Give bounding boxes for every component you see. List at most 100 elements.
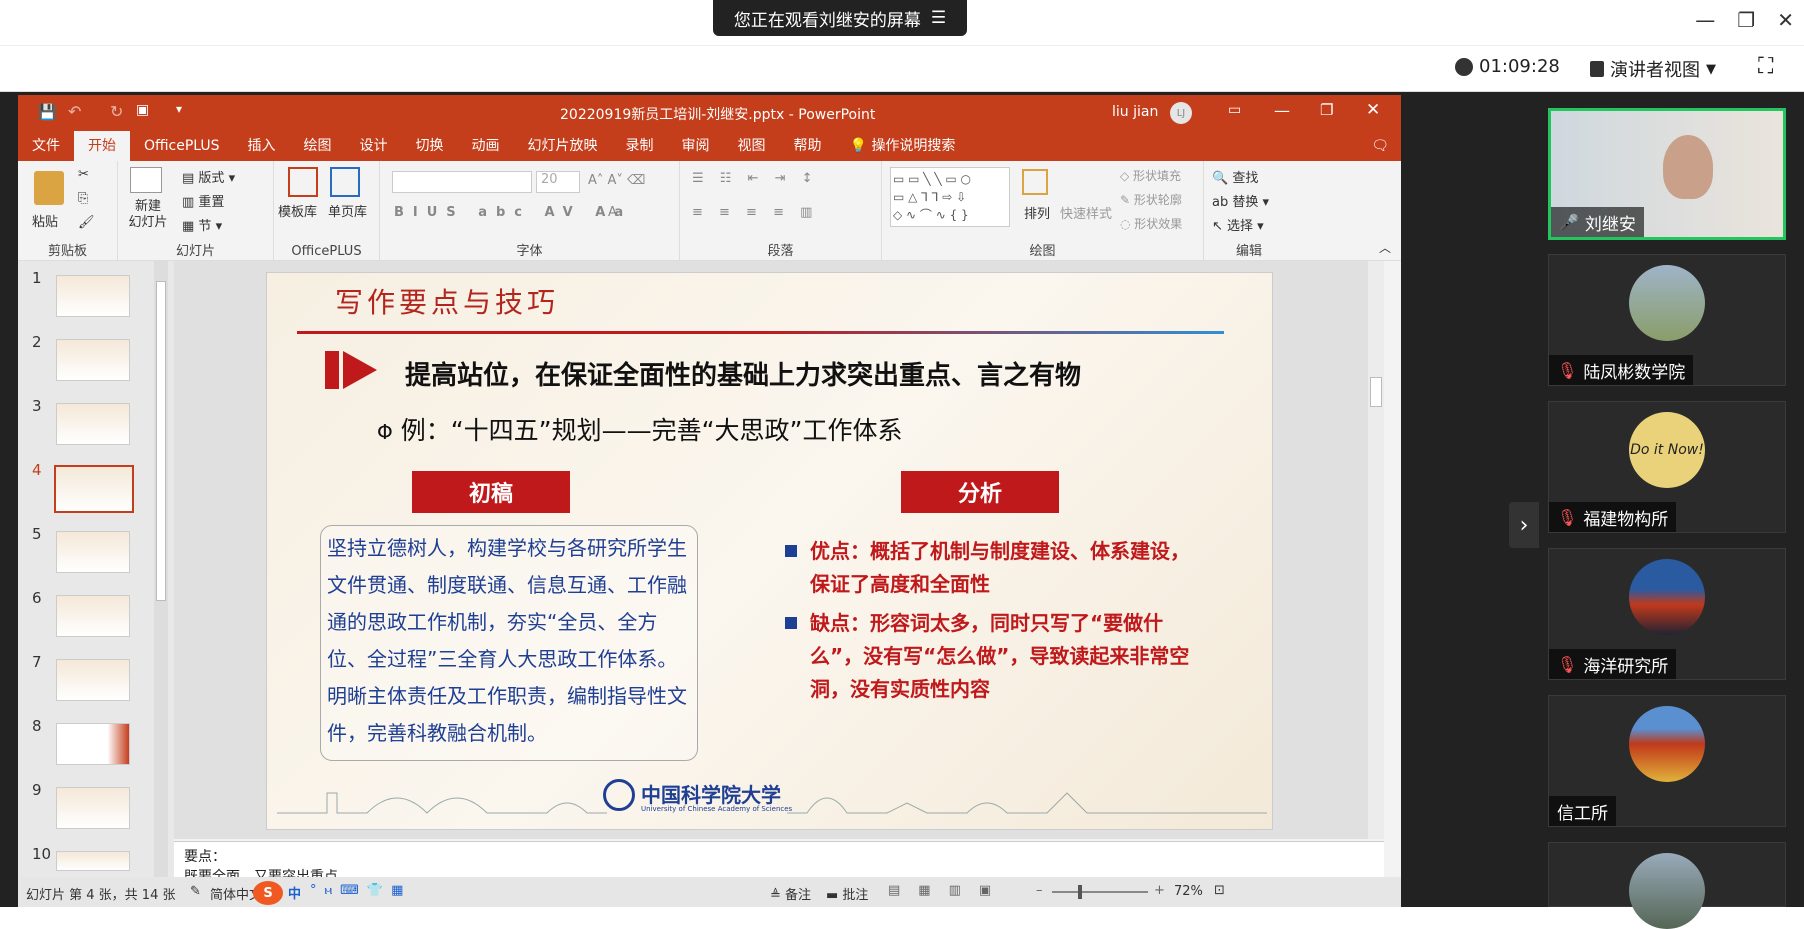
arrange-label[interactable]: 排列 (1024, 203, 1050, 222)
ppt-close-icon[interactable]: ✕ (1366, 100, 1380, 120)
quick-style-label[interactable]: 快速样式 (1060, 203, 1112, 222)
restore-icon[interactable]: ❐ (1737, 8, 1755, 32)
shape-outline-button[interactable]: ✎ 形状轮廓 (1120, 191, 1182, 208)
tab-design[interactable]: 设计 (346, 131, 402, 161)
shape-fill-button[interactable]: ◇ 形状填充 (1120, 167, 1181, 184)
minimize-icon[interactable]: — (1695, 8, 1715, 32)
tab-file[interactable]: 文件 (18, 131, 74, 161)
tab-draw[interactable]: 绘图 (290, 131, 346, 161)
grow-font-icon[interactable]: A˄ A˅ ⌫ (588, 173, 645, 188)
slide-thumbnail[interactable] (56, 403, 130, 445)
slide-thumbnail[interactable] (56, 531, 130, 573)
participant-tile[interactable]: Do it Now! 🎙 福建物构所 (1548, 401, 1786, 533)
paste-label[interactable]: 粘贴 (32, 211, 58, 230)
slide-thumbnail[interactable] (56, 787, 130, 829)
participant-tile[interactable] (1548, 842, 1786, 929)
zoom-out-icon[interactable]: – (1036, 883, 1043, 898)
zoom-slider-thumb[interactable] (1078, 885, 1082, 899)
scrollbar-thumb[interactable] (156, 281, 166, 601)
copy-icon[interactable]: ⎘ (78, 191, 88, 206)
view-buttons[interactable]: ▤▦▥▣ (888, 883, 1009, 898)
customize-qat-icon[interactable]: ▾ (176, 102, 182, 116)
save-icon[interactable]: 💾 (38, 103, 57, 121)
tab-review[interactable]: 审阅 (668, 131, 724, 161)
font-format-buttons[interactable]: BIUS abc AV Aa (394, 205, 632, 220)
participant-tile[interactable]: 🎙 海洋研究所 (1548, 548, 1786, 680)
zoom-in-icon[interactable]: + (1154, 883, 1165, 898)
fullscreen-icon[interactable]: ⛶ (1758, 54, 1773, 79)
tab-record[interactable]: 录制 (612, 131, 668, 161)
participant-tile[interactable]: 信工所 (1548, 695, 1786, 827)
slide-thumbnail[interactable] (56, 339, 130, 381)
spellcheck-icon[interactable]: ✎ (190, 884, 201, 899)
notes-button[interactable]: ≜ 备注 (770, 884, 811, 903)
paste-icon[interactable] (34, 171, 64, 205)
slideshow-icon[interactable]: ▣ (136, 102, 149, 118)
thumbnail-scrollbar[interactable] (154, 261, 168, 877)
font-name-input[interactable] (392, 171, 532, 193)
slide-thumbnail[interactable] (56, 659, 130, 701)
zoom-level[interactable]: 72% (1174, 884, 1203, 899)
single-page-label[interactable]: 单页库 (328, 201, 367, 220)
template-icon[interactable] (288, 167, 318, 197)
find-button[interactable]: 🔍 查找 (1212, 167, 1258, 186)
tab-insert[interactable]: 插入 (234, 131, 290, 161)
replace-button[interactable]: ab 替换 ▾ (1212, 191, 1269, 210)
cut-icon[interactable]: ✂ (78, 167, 89, 182)
reset-button[interactable]: ▥ 重置 (182, 191, 224, 210)
menu-icon[interactable]: ☰ (931, 8, 946, 28)
ribbon-display-icon[interactable]: ▭ (1228, 102, 1241, 118)
slide-thumbnail-selected[interactable] (54, 465, 134, 513)
tab-slideshow[interactable]: 幻灯片放映 (514, 131, 612, 161)
ppt-restore-icon[interactable]: ❐ (1320, 101, 1333, 119)
tab-view[interactable]: 视图 (724, 131, 780, 161)
tab-officeplus[interactable]: OfficePLUS (130, 131, 234, 161)
shape-effect-button[interactable]: ◌ 形状效果 (1120, 215, 1182, 232)
tab-home[interactable]: 开始 (74, 131, 130, 161)
notes-pane[interactable]: 要点： 既要全面，又要突出重点 (174, 841, 1384, 878)
screen-share-banner[interactable]: 您正在观看刘继安的屏幕 ☰ (713, 0, 967, 36)
comments-icon[interactable]: 🗨 (1371, 138, 1389, 154)
new-slide-icon[interactable] (130, 167, 162, 193)
participant-tile-active[interactable]: 🎤 刘继安 (1548, 108, 1786, 240)
tab-animations[interactable]: 动画 (458, 131, 514, 161)
list-buttons[interactable]: ☰ ☷ ⇤ ⇥ ↕ (692, 171, 819, 186)
slide-thumbnail[interactable] (56, 851, 130, 871)
comments-button[interactable]: ▬ 批注 (826, 884, 868, 903)
font-color-icon[interactable]: A (608, 205, 617, 220)
scrollbar-thumb[interactable] (1370, 377, 1382, 407)
shapes-gallery[interactable]: ▭ ▭ ╲ ╲ ▭ ○ ▭ △ ⅂ ⅂ ⇨ ⇩ ◇ ∿ ⌒ ∿ { } (890, 167, 1010, 227)
undo-icon[interactable]: ↶ (68, 102, 81, 121)
layout-button[interactable]: ▤ 版式 ▾ (182, 167, 235, 186)
fit-slide-icon[interactable]: ⊡ (1214, 883, 1225, 898)
section-button[interactable]: ▦ 节 ▾ (182, 215, 222, 234)
font-size-input[interactable]: 20 (536, 171, 580, 193)
template-label[interactable]: 模板库 (278, 201, 317, 220)
slide-thumbnail[interactable] (56, 595, 130, 637)
tell-me-search[interactable]: 💡 操作说明搜索 (836, 131, 970, 161)
single-page-icon[interactable] (330, 167, 360, 197)
zoom-slider[interactable] (1052, 891, 1148, 893)
redo-icon[interactable]: ↻ (110, 102, 123, 121)
arrange-icon[interactable] (1022, 169, 1048, 195)
tab-help[interactable]: 帮助 (780, 131, 836, 161)
presenter-view-dropdown[interactable]: 演讲者视图 ▼ (1590, 56, 1716, 82)
ppt-minimize-icon[interactable]: — (1274, 101, 1290, 120)
collapse-ribbon-icon[interactable]: ︿ (1379, 239, 1391, 256)
slide-scrollbar[interactable] (1368, 261, 1384, 839)
expand-panel-icon[interactable]: › (1509, 502, 1539, 548)
ime-mode[interactable]: 中 (288, 883, 301, 902)
slide-canvas[interactable]: 写作要点与技巧 提高站位，在保证全面性的基础上力求突出重点、言之有物 Φ 例：“… (266, 272, 1273, 830)
align-buttons[interactable]: ≡ ≡ ≡ ≡ ▥ (692, 205, 818, 220)
ime-logo-icon[interactable]: S (253, 881, 283, 905)
tab-transitions[interactable]: 切换 (402, 131, 458, 161)
format-painter-icon[interactable]: 🖌 (78, 215, 95, 230)
slide-thumbnail[interactable] (56, 723, 130, 765)
close-icon[interactable]: ✕ (1777, 8, 1794, 32)
select-button[interactable]: ↖ 选择 ▾ (1212, 215, 1264, 234)
slide-thumbnail[interactable] (56, 275, 130, 317)
ime-toolbar-icons[interactable]: °ⲙ⌨👕▦ (310, 883, 411, 898)
participant-tile[interactable]: 🎙 陆凤彬数学院 (1548, 254, 1786, 386)
new-slide-label[interactable]: 新建 幻灯片 (118, 199, 178, 231)
user-avatar[interactable]: LJ (1170, 102, 1192, 124)
